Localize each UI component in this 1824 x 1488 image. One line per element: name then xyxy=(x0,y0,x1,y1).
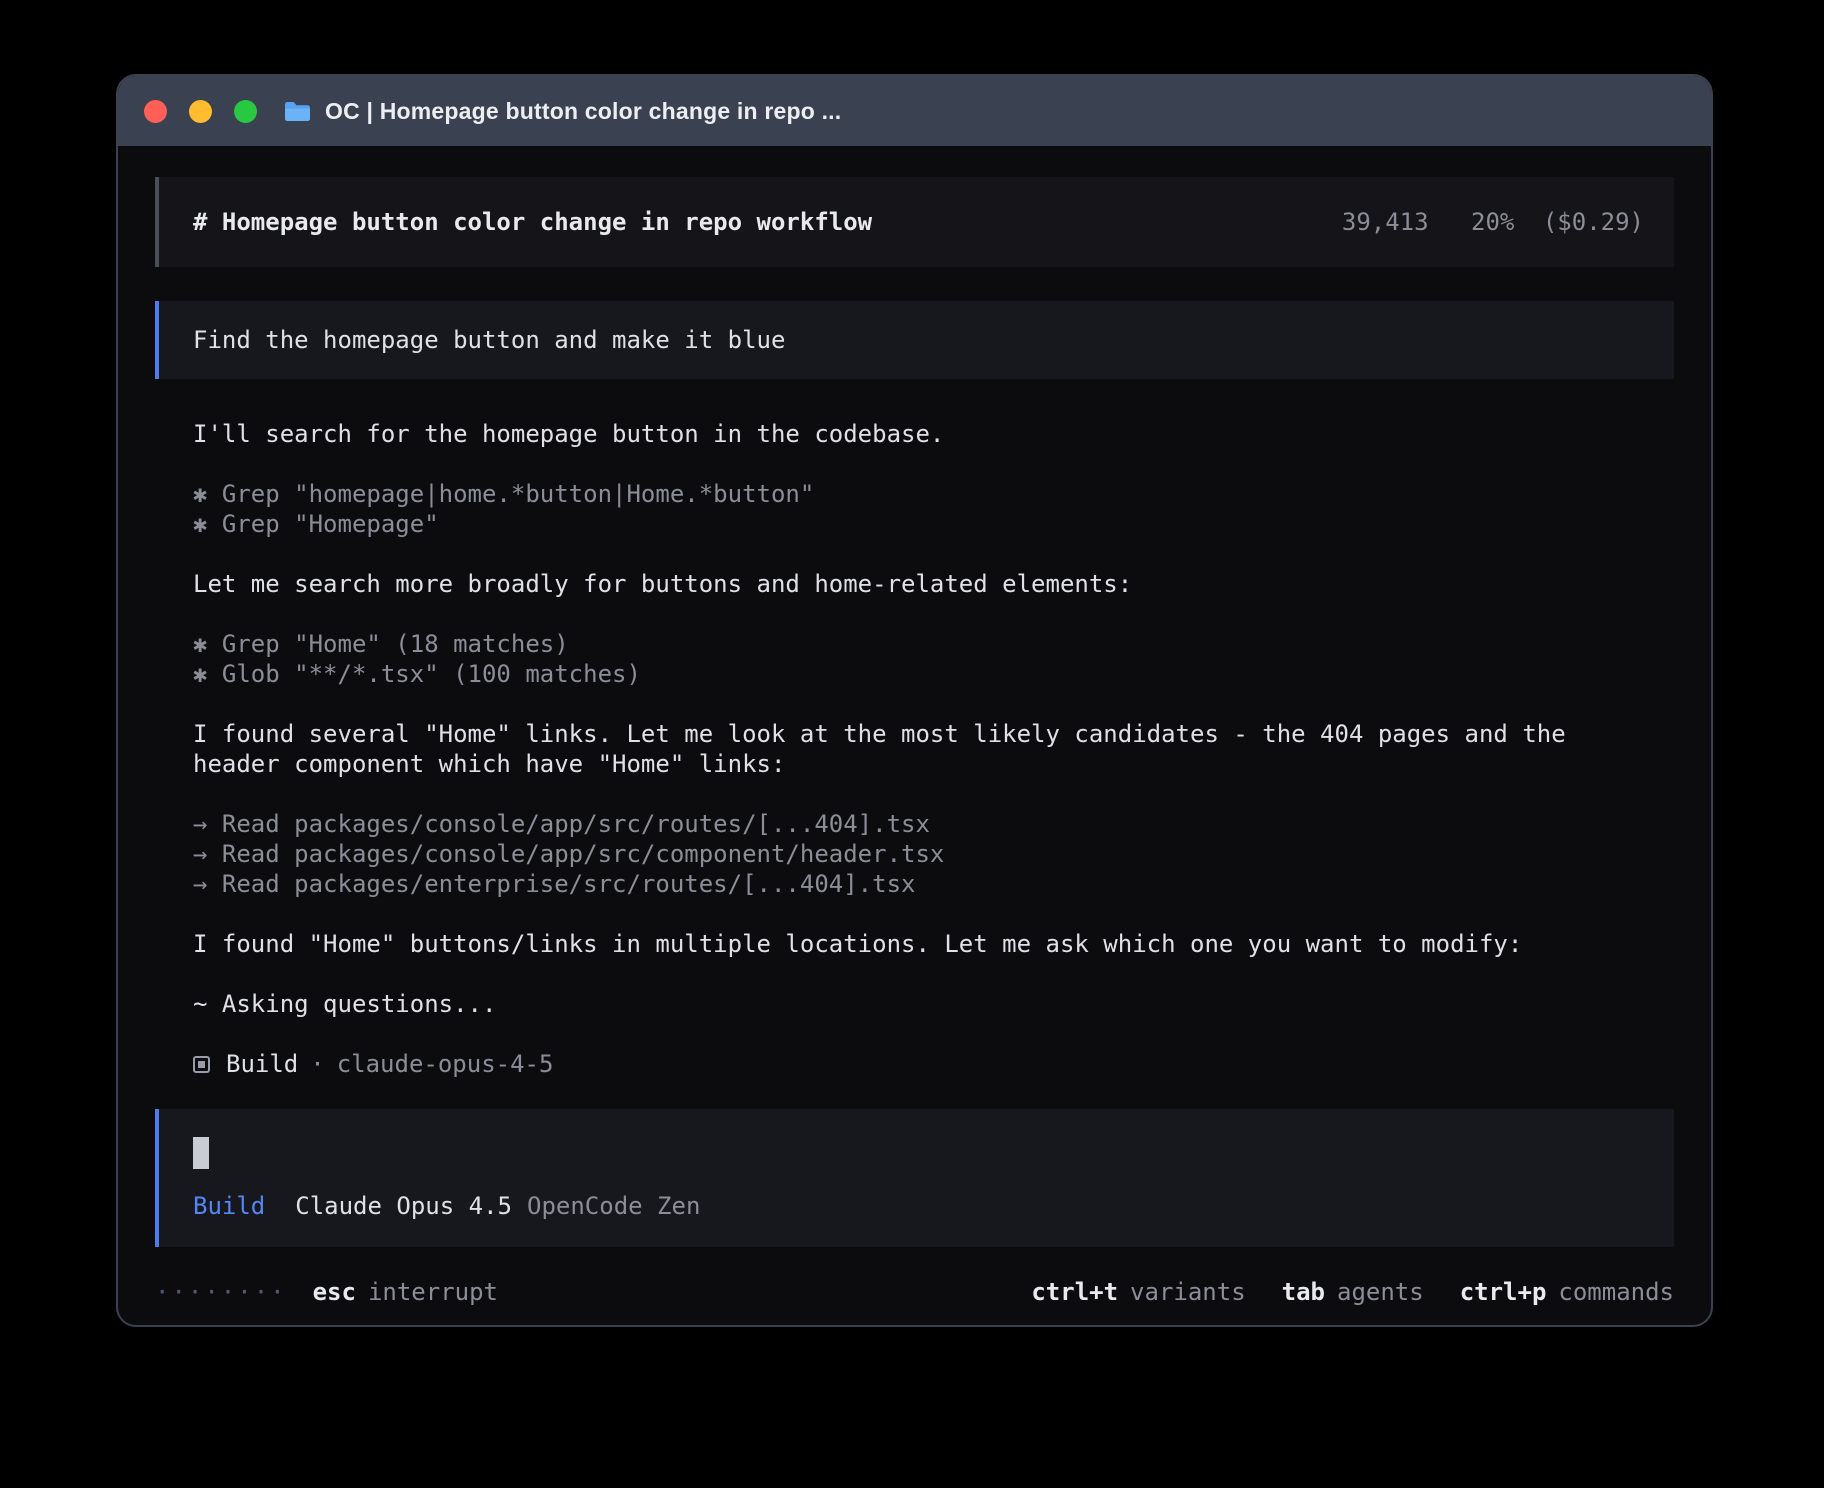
model-name[interactable]: Claude Opus 4.5 xyxy=(295,1191,512,1221)
shortcut-commands[interactable]: ctrl+p commands xyxy=(1460,1277,1674,1307)
assistant-text: ~ Asking questions... xyxy=(193,989,1636,1019)
assistant-text: I found several "Home" links. Let me loo… xyxy=(193,719,1636,779)
close-button[interactable] xyxy=(144,100,167,123)
tool-call-group: ✱ Grep "Home" (18 matches) ✱ Glob "**/*.… xyxy=(193,629,1636,689)
tool-call-group: → Read packages/console/app/src/routes/[… xyxy=(193,809,1636,899)
status-separator: · xyxy=(310,1049,324,1079)
conversation: I'll search for the homepage button in t… xyxy=(193,419,1636,1079)
traffic-lights xyxy=(144,100,279,123)
agent-mode-label[interactable]: Build xyxy=(193,1191,265,1221)
terminal-content: # Homepage button color change in repo w… xyxy=(118,146,1711,1307)
user-message: Find the homepage button and make it blu… xyxy=(155,301,1674,379)
provider-name: OpenCode Zen xyxy=(527,1191,700,1221)
input-meta: Build Claude Opus 4.5 OpenCode Zen xyxy=(193,1191,1640,1221)
shortcut-key: ctrl+p xyxy=(1460,1277,1547,1307)
tool-call-line: → Read packages/console/app/src/componen… xyxy=(193,839,1636,869)
status-bar: ········ esc interrupt ctrl+t variants t… xyxy=(155,1277,1674,1307)
titlebar[interactable]: OC | Homepage button color change in rep… xyxy=(118,76,1711,146)
tool-call-line: ✱ Glob "**/*.tsx" (100 matches) xyxy=(193,659,1636,689)
tool-call-line: ✱ Grep "Homepage" xyxy=(193,509,1636,539)
shortcut-key: ctrl+t xyxy=(1031,1277,1118,1307)
spinner-dots: ········ xyxy=(155,1277,287,1307)
tool-call-line: → Read packages/console/app/src/routes/[… xyxy=(193,809,1636,839)
session-cost: ($0.29) xyxy=(1543,208,1644,236)
user-message-text: Find the homepage button and make it blu… xyxy=(193,326,785,354)
window-title: OC | Homepage button color change in rep… xyxy=(325,98,841,125)
folder-icon xyxy=(283,100,311,123)
shortcut-variants[interactable]: ctrl+t variants xyxy=(1031,1277,1245,1307)
session-stats: 39,413 20% ($0.29) xyxy=(1342,207,1644,237)
model-id: claude-opus-4-5 xyxy=(337,1049,554,1079)
agent-status-row: Build · claude-opus-4-5 xyxy=(193,1049,1636,1079)
tool-call-line: → Read packages/enterprise/src/routes/[.… xyxy=(193,869,1636,899)
text-cursor xyxy=(193,1137,209,1169)
tool-call-line: ✱ Grep "Home" (18 matches) xyxy=(193,629,1636,659)
esc-label: interrupt xyxy=(368,1277,498,1307)
tool-call-line: ✱ Grep "homepage|home.*button|Home.*butt… xyxy=(193,479,1636,509)
session-title: # Homepage button color change in repo w… xyxy=(193,207,872,237)
shortcut-hints: ctrl+t variants tab agents ctrl+p comman… xyxy=(1031,1277,1674,1307)
minimize-button[interactable] xyxy=(189,100,212,123)
context-percent: 20% xyxy=(1471,208,1514,236)
agent-name: Build xyxy=(226,1049,298,1079)
shortcut-label: commands xyxy=(1558,1277,1674,1307)
shortcut-label: variants xyxy=(1130,1277,1246,1307)
zoom-button[interactable] xyxy=(234,100,257,123)
assistant-text: I found "Home" buttons/links in multiple… xyxy=(193,929,1636,959)
session-header: # Homepage button color change in repo w… xyxy=(155,177,1674,267)
tool-call-group: ✱ Grep "homepage|home.*button|Home.*butt… xyxy=(193,479,1636,539)
prompt-input[interactable]: Build Claude Opus 4.5 OpenCode Zen xyxy=(155,1109,1674,1247)
esc-key[interactable]: esc xyxy=(313,1277,356,1307)
token-count: 39,413 xyxy=(1342,208,1429,236)
terminal-window: OC | Homepage button color change in rep… xyxy=(116,74,1713,1327)
shortcut-agents[interactable]: tab agents xyxy=(1282,1277,1424,1307)
agent-icon xyxy=(193,1056,210,1073)
assistant-text: I'll search for the homepage button in t… xyxy=(193,419,1636,449)
shortcut-key: tab xyxy=(1282,1277,1325,1307)
shortcut-label: agents xyxy=(1337,1277,1424,1307)
assistant-text: Let me search more broadly for buttons a… xyxy=(193,569,1636,599)
